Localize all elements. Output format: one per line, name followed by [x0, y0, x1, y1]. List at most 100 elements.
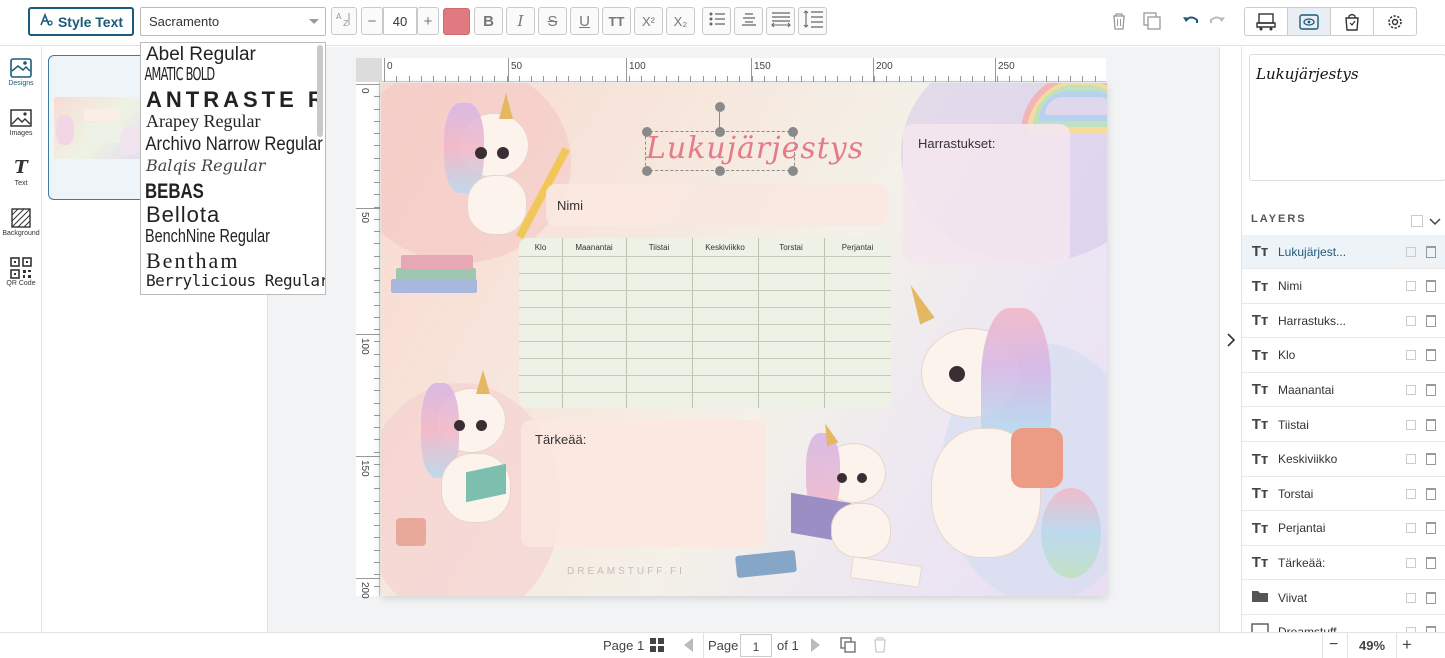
resize-handle[interactable] [715, 127, 725, 137]
nav-text[interactable]: T Text [0, 147, 42, 197]
timetable-grid[interactable]: Klo Maanantai Tiistai Keskiviikko Torstai Per… [519, 238, 891, 408]
page-thumbnail[interactable] [48, 55, 150, 200]
text-color-swatch[interactable] [443, 8, 470, 35]
trash-icon[interactable] [1426, 314, 1436, 327]
lock-icon[interactable] [1406, 419, 1416, 430]
preview-eye-icon[interactable] [1288, 8, 1331, 35]
shopping-bag-icon[interactable] [1331, 8, 1374, 35]
italic-button[interactable]: I [506, 7, 535, 35]
next-page-icon[interactable] [810, 637, 822, 656]
delete-page-icon[interactable] [873, 637, 887, 656]
subscript-button[interactable]: X₂ [666, 7, 695, 35]
layer-row[interactable]: Tт Nimi [1242, 270, 1445, 304]
superscript-button[interactable]: X² [634, 7, 663, 35]
previous-page-icon[interactable] [682, 637, 694, 656]
redo-icon[interactable] [1206, 7, 1228, 35]
grid-view-icon[interactable] [649, 637, 665, 656]
uppercase-button[interactable]: TT [602, 7, 631, 35]
nav-background[interactable]: Background [0, 197, 42, 247]
font-family-select[interactable]: Sacramento [140, 7, 326, 36]
trash-icon[interactable] [1426, 556, 1436, 569]
font-option[interactable]: Abel Regular [141, 43, 325, 66]
font-size-input[interactable]: 40 [383, 7, 417, 35]
font-option[interactable]: Balqis Regular [141, 158, 325, 181]
lock-icon[interactable] [1406, 557, 1416, 568]
dropdown-scrollbar[interactable] [317, 45, 323, 137]
font-option[interactable]: Bellota [141, 204, 325, 227]
layer-row[interactable]: Tт Harrastuks... [1242, 304, 1445, 339]
underline-button[interactable]: U [570, 7, 599, 35]
letter-spacing-button[interactable] [766, 7, 795, 35]
lock-icon[interactable] [1406, 350, 1416, 361]
layer-row[interactable]: Tт Tiistai [1242, 408, 1445, 442]
duplicate-icon[interactable] [1140, 7, 1164, 35]
decrease-size-button[interactable]: − [361, 7, 383, 35]
resize-handle[interactable] [788, 127, 798, 137]
line-height-button[interactable] [798, 7, 827, 35]
nav-designs[interactable]: Designs [0, 47, 42, 97]
print-preview-icon[interactable] [1245, 8, 1288, 35]
font-option[interactable]: Arapey Regular [141, 112, 325, 135]
zoom-in-button[interactable]: + [1402, 635, 1412, 655]
design-canvas[interactable]: Lukujärjestys Nimi Harrastukset: Tärkeää… [381, 83, 1107, 596]
layer-row[interactable]: Tт Torstai [1242, 477, 1445, 512]
font-option[interactable]: Archivo Narrow Regular [141, 135, 322, 158]
trash-icon[interactable] [1426, 591, 1436, 604]
trash-icon[interactable] [1426, 383, 1436, 396]
rotate-handle[interactable] [715, 102, 725, 112]
font-option[interactable]: Berrylicious Regular [141, 273, 325, 294]
lock-icon[interactable] [1406, 454, 1416, 465]
align-center-button[interactable] [734, 7, 763, 35]
name-field-card[interactable]: Nimi [546, 184, 888, 226]
font-option[interactable]: BenchNine Regular [141, 227, 288, 250]
lock-icon[interactable] [1406, 523, 1416, 534]
copy-page-icon[interactable] [840, 637, 856, 656]
undo-icon[interactable] [1180, 7, 1202, 35]
layer-row[interactable]: Tт Lukujärjest... [1242, 235, 1445, 269]
settings-gear-icon[interactable] [1374, 8, 1416, 35]
lock-icon[interactable] [1406, 592, 1416, 603]
hobbies-card[interactable]: Harrastukset: [903, 124, 1070, 263]
trash-icon[interactable] [1426, 280, 1436, 293]
lock-icon[interactable] [1406, 281, 1416, 292]
lock-icon[interactable] [1406, 488, 1416, 499]
increase-size-button[interactable]: + [417, 7, 439, 35]
lock-icon[interactable] [1406, 246, 1416, 257]
lock-icon[interactable] [1406, 384, 1416, 395]
layer-row[interactable]: Tт Perjantai [1242, 512, 1445, 546]
layer-row[interactable]: Tт Tärkeää: [1242, 546, 1445, 581]
lock-icon[interactable] [1406, 315, 1416, 326]
trash-icon[interactable] [1426, 487, 1436, 500]
font-option[interactable]: BEBAS [141, 181, 288, 204]
zoom-level[interactable]: 49% [1359, 638, 1385, 653]
nav-images[interactable]: Images [0, 97, 42, 147]
text-spacing-button[interactable]: AZ [331, 7, 357, 35]
trash-icon[interactable] [1426, 418, 1436, 431]
font-option[interactable]: Bentham [141, 250, 325, 273]
bold-button[interactable]: B [474, 7, 503, 35]
trash-icon[interactable] [1426, 245, 1436, 258]
important-notes-card[interactable]: Tärkeää: [521, 420, 766, 547]
layer-row[interactable]: Tт Keskiviikko [1242, 443, 1445, 477]
zoom-out-button[interactable]: − [1329, 636, 1338, 654]
resize-handle[interactable] [642, 166, 652, 176]
trash-icon[interactable] [1426, 522, 1436, 535]
style-text-button[interactable]: Style Text [28, 7, 134, 36]
font-option[interactable]: ANTRASTE REG [141, 89, 325, 112]
resize-handle[interactable] [642, 127, 652, 137]
delete-icon[interactable] [1108, 7, 1130, 35]
trash-icon[interactable] [1426, 453, 1436, 466]
layer-row[interactable]: Dreamstuff... [1242, 616, 1445, 632]
resize-handle[interactable] [715, 166, 725, 176]
page-number-input[interactable]: 1 [740, 634, 772, 657]
layer-row[interactable]: Tт Klo [1242, 339, 1445, 373]
right-panel-collapse[interactable] [1219, 47, 1241, 632]
nav-qr-code[interactable]: QR Code [0, 247, 42, 297]
resize-handle[interactable] [788, 166, 798, 176]
layer-row[interactable]: Viivat [1242, 581, 1445, 615]
strikethrough-button[interactable]: S [538, 7, 567, 35]
bullet-list-button[interactable] [702, 7, 731, 35]
schedule-title[interactable]: Lukujärjestys [646, 131, 864, 166]
layer-row[interactable]: Tт Maanantai [1242, 373, 1445, 408]
trash-icon[interactable] [1426, 349, 1436, 362]
